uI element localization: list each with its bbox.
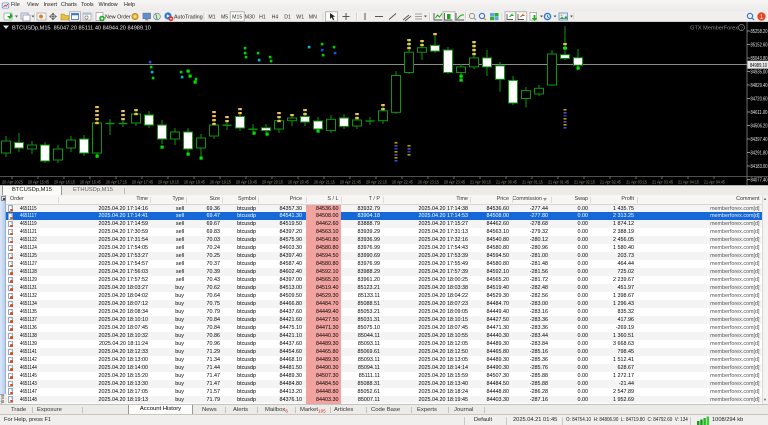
- svg-text:20 Apr 17:15: 20 Apr 17:15: [106, 180, 127, 185]
- svg-text:20 Apr 16:15: 20 Apr 16:15: [54, 180, 75, 185]
- svg-text:D1: D1: [284, 15, 291, 21]
- svg-text:21 Apr 02:15: 21 Apr 02:15: [574, 180, 595, 185]
- svg-text:21 Apr 00:45: 21 Apr 00:45: [496, 180, 517, 185]
- svg-text:20 Apr 18:45: 20 Apr 18:45: [184, 180, 205, 185]
- svg-text:GTX MemberForex: GTX MemberForex: [690, 26, 738, 32]
- svg-text:20 Apr 19:15: 20 Apr 19:15: [210, 180, 231, 185]
- svg-text:84077.40: 84077.40: [751, 178, 768, 184]
- svg-text:85152.60: 85152.60: [751, 43, 768, 49]
- svg-text:New Order: New Order: [105, 15, 131, 21]
- svg-text:84611.00: 84611.00: [751, 110, 768, 116]
- svg-text:21 Apr 03:45: 21 Apr 03:45: [652, 180, 673, 185]
- svg-text:84506.20: 84506.20: [751, 124, 768, 130]
- svg-text:21 Apr 00:15: 21 Apr 00:15: [470, 180, 491, 185]
- svg-text:85258.20: 85258.20: [751, 29, 768, 35]
- svg-text:84829.40: 84829.40: [751, 83, 768, 89]
- svg-text:20 Apr 23:45: 20 Apr 23:45: [444, 180, 465, 185]
- svg-text:84397.40: 84397.40: [751, 137, 768, 143]
- svg-text:20 Apr 22:15: 20 Apr 22:15: [366, 180, 387, 185]
- svg-text:M5: M5: [221, 15, 228, 21]
- svg-text:84291.80: 84291.80: [751, 151, 768, 157]
- svg-text:20 Apr 19:45: 20 Apr 19:45: [236, 180, 257, 185]
- svg-text:AutoTrading: AutoTrading: [174, 15, 203, 21]
- svg-text:20 Apr 23:15: 20 Apr 23:15: [418, 180, 439, 185]
- svg-text:20 Apr 20:45: 20 Apr 20:45: [288, 180, 309, 185]
- svg-text:H1: H1: [259, 15, 266, 21]
- svg-text:M30: M30: [245, 15, 255, 21]
- svg-text:20 Apr 18:15: 20 Apr 18:15: [158, 180, 179, 185]
- svg-text:84720.60: 84720.60: [751, 97, 768, 103]
- svg-text:20 Apr 17:45: 20 Apr 17:45: [132, 180, 153, 185]
- svg-text:BTCUSDp,M15 85047.20 85111.40: BTCUSDp,M15 85047.20 85111.40 84944.20 8…: [12, 26, 151, 32]
- svg-text:84183.00: 84183.00: [751, 164, 768, 170]
- svg-text:H4: H4: [272, 15, 279, 21]
- svg-text:MN: MN: [309, 15, 317, 21]
- svg-text:20 Apr 21:45: 20 Apr 21:45: [340, 180, 361, 185]
- svg-text:20 Apr 21:15: 20 Apr 21:15: [314, 180, 335, 185]
- svg-text:20 Apr 16:45: 20 Apr 16:45: [80, 180, 101, 185]
- svg-text:21 Apr 01:15: 21 Apr 01:15: [522, 180, 543, 185]
- svg-text:84989.10: 84989.10: [750, 63, 767, 69]
- svg-text:20 Apr 2025: 20 Apr 2025: [2, 180, 23, 185]
- svg-text:M15: M15: [232, 15, 242, 21]
- svg-text:20 Apr 20:15: 20 Apr 20:15: [262, 180, 283, 185]
- svg-text:20 Apr 15:45: 20 Apr 15:45: [28, 180, 49, 185]
- svg-text:21 Apr 04:45: 21 Apr 04:45: [704, 180, 725, 185]
- svg-text:W1: W1: [296, 15, 304, 21]
- svg-text:20 Apr 22:45: 20 Apr 22:45: [392, 180, 413, 185]
- svg-text:M1: M1: [208, 15, 215, 21]
- svg-text:21 Apr 02:45: 21 Apr 02:45: [600, 180, 621, 185]
- svg-text:84935.00: 84935.00: [751, 70, 768, 76]
- svg-text:21 Apr 04:15: 21 Apr 04:15: [678, 180, 699, 185]
- svg-text:21 Apr 03:15: 21 Apr 03:15: [626, 180, 647, 185]
- svg-text:21 Apr 01:45: 21 Apr 01:45: [548, 180, 569, 185]
